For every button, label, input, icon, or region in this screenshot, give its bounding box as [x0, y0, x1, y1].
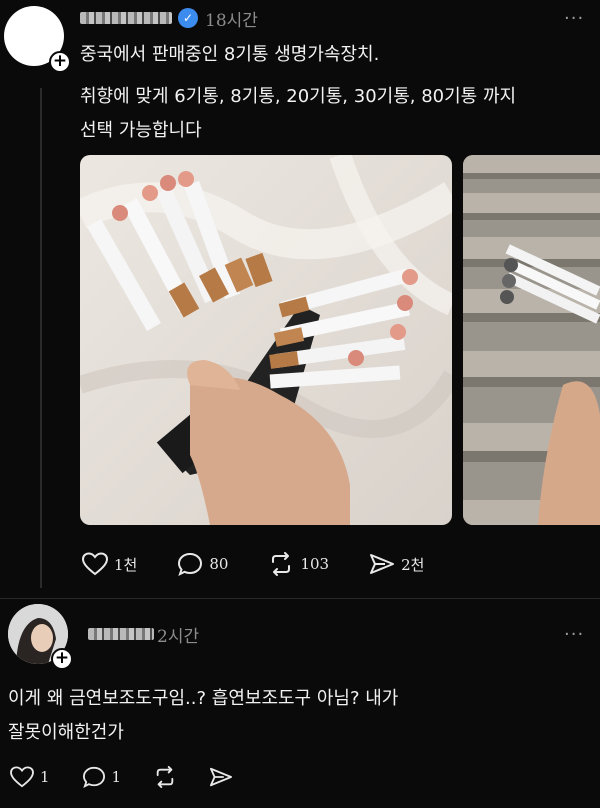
share-button[interactable] [209, 766, 233, 788]
follow-plus-icon[interactable]: + [49, 51, 71, 73]
repost-count: 103 [300, 555, 330, 573]
post-time: 18시간 [205, 11, 258, 31]
author-avatar-group[interactable]: + [0, 600, 80, 680]
post-title: 중국에서 판매중인 8기통 생명가속장치. [80, 44, 380, 65]
cigarette-holder-photo [80, 155, 452, 525]
username-blurred[interactable] [88, 628, 154, 640]
share-count: 2천 [401, 555, 425, 574]
heart-icon [10, 766, 34, 788]
comment-button[interactable]: 1 [82, 766, 122, 788]
more-options-icon[interactable]: ··· [564, 8, 584, 29]
username-blurred[interactable] [80, 12, 172, 24]
like-count: 1 [40, 768, 50, 786]
repost-button[interactable]: 103 [268, 552, 329, 576]
stairs-cigarettes-photo [463, 155, 600, 525]
repost-icon [272, 552, 291, 576]
share-button[interactable]: 2천 [369, 552, 424, 576]
follow-plus-icon[interactable]: + [51, 648, 73, 670]
post-time: 2시간 [157, 627, 200, 647]
post-image-2[interactable] [463, 155, 600, 525]
send-icon [210, 767, 233, 787]
like-button[interactable]: 1천 [82, 552, 137, 576]
repost-button[interactable] [153, 766, 177, 788]
post-body-line-2: 선택 가능합니다 [80, 120, 202, 141]
like-count: 1천 [114, 555, 138, 574]
author-avatar-group[interactable]: + [0, 0, 80, 80]
thread-line [40, 88, 42, 588]
heart-icon [82, 552, 108, 576]
post-body-line-1: 취향에 맞게 6기통, 8기통, 20기통, 30기통, 80기통 까지 [80, 86, 517, 107]
reply-actions: 1 1 [10, 766, 233, 788]
post-image-1[interactable] [80, 155, 452, 525]
send-icon [370, 554, 395, 574]
more-options-icon[interactable]: ··· [564, 624, 584, 645]
reply-body-line-2: 잘못이해한건가 [8, 722, 124, 743]
thread-post: + ✓ 18시간 ··· 중국에서 판매중인 8기통 생명가속장치. 취향에 맞… [0, 0, 600, 600]
comment-count: 1 [111, 768, 122, 786]
verified-badge-icon: ✓ [178, 8, 198, 28]
comment-icon [82, 766, 105, 788]
comment-button[interactable]: 80 [177, 552, 228, 576]
reply-post: + 2시간 ··· 이게 왜 금연보조도구임..? 흡연보조도구 아님? 내가 … [0, 600, 600, 808]
comment-count: 80 [209, 555, 229, 573]
post-actions: 1천 80 103 2천 [82, 552, 424, 576]
repost-icon [156, 766, 174, 788]
like-button[interactable]: 1 [10, 766, 50, 788]
comment-icon [178, 552, 203, 576]
reply-body-line-1: 이게 왜 금연보조도구임..? 흡연보조도구 아님? 내가 [8, 688, 399, 709]
